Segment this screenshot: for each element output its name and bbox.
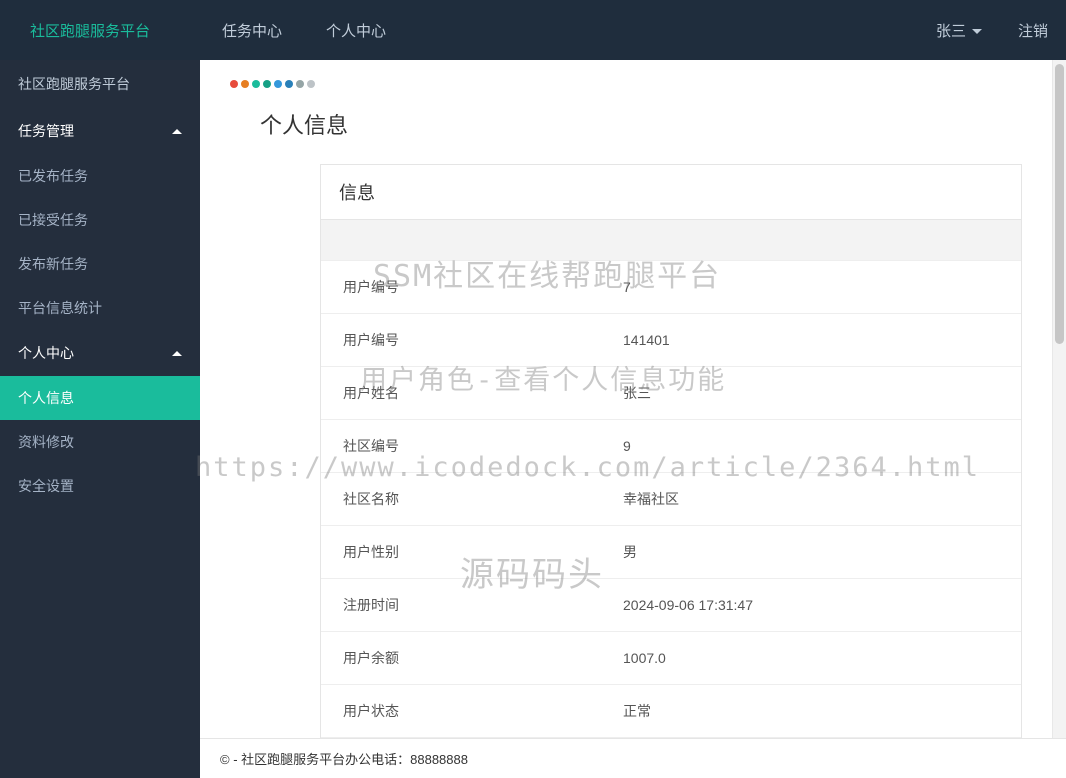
table-row: 用户编号7: [321, 260, 1021, 313]
sidebar-item-accepted[interactable]: 已接受任务: [0, 198, 200, 242]
user-dropdown[interactable]: 张三: [918, 20, 1000, 41]
row-label: 用户姓名: [321, 366, 601, 419]
dot-teal[interactable]: [252, 80, 260, 88]
row-label: 社区编号: [321, 419, 601, 472]
table-row: 社区编号9: [321, 419, 1021, 472]
dot-gray-light[interactable]: [307, 80, 315, 88]
row-value: 2024-09-06 17:31:47: [601, 578, 1021, 631]
dot-teal-dark[interactable]: [263, 80, 271, 88]
sidebar: 社区跑腿服务平台 任务管理 已发布任务 已接受任务 发布新任务 平台信息统计 个…: [0, 60, 200, 778]
table-row: 社区名称幸福社区: [321, 472, 1021, 525]
top-navbar: 社区跑腿服务平台 任务中心 个人中心 张三 注销: [0, 0, 1066, 60]
table-row: 注册时间2024-09-06 17:31:47: [321, 578, 1021, 631]
row-value: 141401: [601, 313, 1021, 366]
sidebar-item-edit[interactable]: 资料修改: [0, 420, 200, 464]
sidebar-item-new-task[interactable]: 发布新任务: [0, 242, 200, 286]
row-value: 男: [601, 525, 1021, 578]
chevron-up-icon: [172, 129, 182, 134]
row-label: 用户编号: [321, 260, 601, 313]
logout-link[interactable]: 注销: [1000, 20, 1066, 41]
row-value: 幸福社区: [601, 472, 1021, 525]
page-title: 个人信息: [260, 108, 1022, 140]
sidebar-item-profile[interactable]: 个人信息: [0, 376, 200, 420]
nav-personal-center[interactable]: 个人中心: [304, 0, 408, 60]
main-content: 个人信息 信息 用户编号7用户编号141401用户姓名张三社区编号9社区名称幸福…: [200, 60, 1052, 778]
vertical-scrollbar[interactable]: [1052, 60, 1066, 778]
nav-task-center[interactable]: 任务中心: [200, 0, 304, 60]
sidebar-item-published[interactable]: 已发布任务: [0, 154, 200, 198]
row-value: 正常: [601, 684, 1021, 737]
dot-orange[interactable]: [241, 80, 249, 88]
chevron-up-icon: [172, 351, 182, 356]
row-label: 用户状态: [321, 684, 601, 737]
row-label: 用户余额: [321, 631, 601, 684]
row-value: 7: [601, 260, 1021, 313]
sidebar-group-label: 个人中心: [18, 343, 74, 363]
row-value: 1007.0: [601, 631, 1021, 684]
user-name: 张三: [936, 20, 966, 41]
row-label: 用户性别: [321, 525, 601, 578]
sidebar-group-personal[interactable]: 个人中心: [0, 330, 200, 376]
info-table: 用户编号7用户编号141401用户姓名张三社区编号9社区名称幸福社区用户性别男注…: [321, 220, 1021, 738]
table-row: 用户姓名张三: [321, 366, 1021, 419]
footer-text: © - 社区跑腿服务平台办公电话：88888888: [220, 749, 468, 768]
sidebar-title: 社区跑腿服务平台: [0, 60, 200, 108]
dot-red[interactable]: [230, 80, 238, 88]
sidebar-group-label: 任务管理: [18, 121, 74, 141]
row-value: 9: [601, 419, 1021, 472]
row-label: 用户编号: [321, 313, 601, 366]
theme-color-dots: [230, 80, 1022, 88]
dot-blue-dark[interactable]: [285, 80, 293, 88]
row-label: 注册时间: [321, 578, 601, 631]
sidebar-group-task[interactable]: 任务管理: [0, 108, 200, 154]
dot-gray[interactable]: [296, 80, 304, 88]
table-row: 用户余额1007.0: [321, 631, 1021, 684]
dot-blue[interactable]: [274, 80, 282, 88]
sidebar-item-stats[interactable]: 平台信息统计: [0, 286, 200, 330]
row-label: 社区名称: [321, 472, 601, 525]
footer: © - 社区跑腿服务平台办公电话：88888888: [200, 738, 1066, 778]
sidebar-item-security[interactable]: 安全设置: [0, 464, 200, 508]
table-row: 用户状态正常: [321, 684, 1021, 737]
panel-header: 信息: [321, 165, 1021, 220]
brand-title[interactable]: 社区跑腿服务平台: [0, 20, 200, 41]
scrollbar-thumb[interactable]: [1055, 64, 1064, 344]
info-panel: 信息 用户编号7用户编号141401用户姓名张三社区编号9社区名称幸福社区用户性…: [320, 164, 1022, 739]
chevron-down-icon: [972, 29, 982, 34]
table-row: 用户编号141401: [321, 313, 1021, 366]
table-row: 用户性别男: [321, 525, 1021, 578]
row-value: 张三: [601, 366, 1021, 419]
